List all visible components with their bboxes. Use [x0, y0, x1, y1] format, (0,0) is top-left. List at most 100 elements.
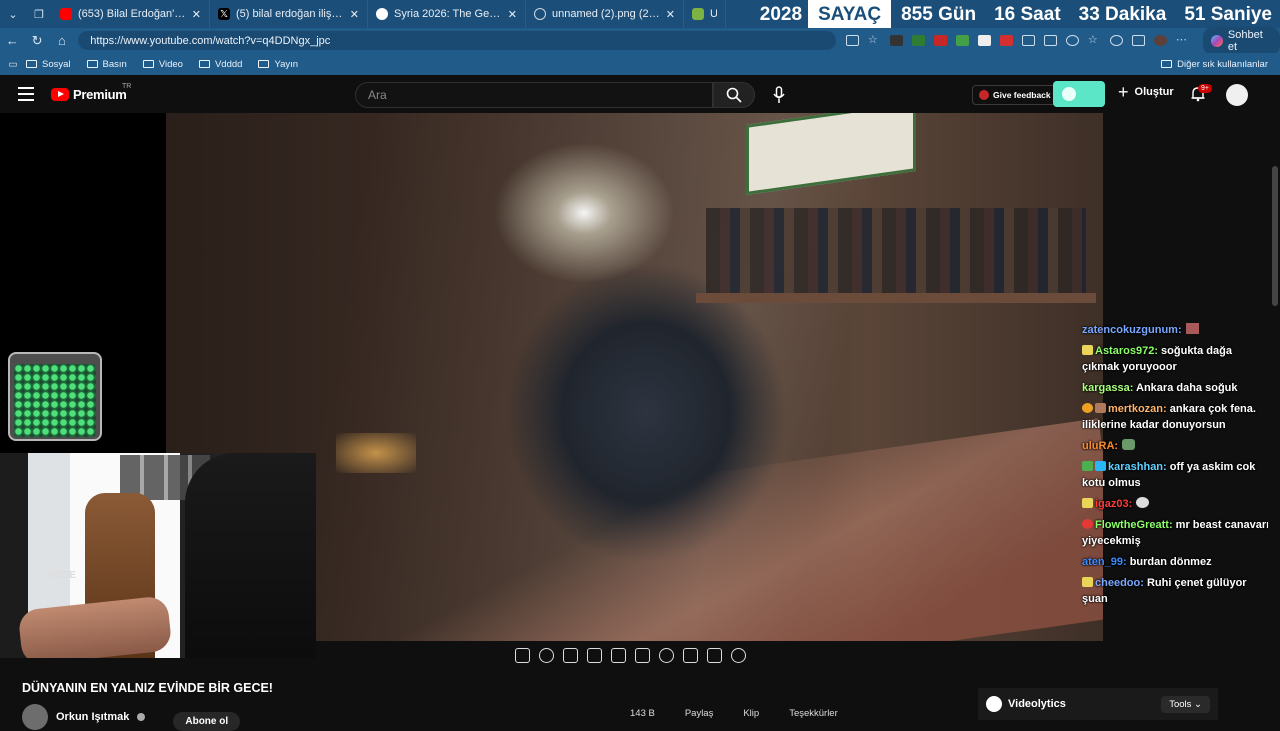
search-button[interactable]	[713, 82, 755, 108]
folder-icon	[86, 60, 98, 68]
audio-icon[interactable]	[539, 648, 554, 663]
blurred-hand	[305, 418, 1103, 641]
copilot-icon	[1210, 34, 1223, 47]
speed-icon[interactable]	[659, 648, 674, 663]
like-button[interactable]: 143 B	[630, 708, 655, 719]
chat-message: igaz03:	[1082, 496, 1272, 512]
counter-minutes: 33 Dakika	[1078, 3, 1167, 25]
settings-gear-icon[interactable]	[731, 648, 746, 663]
close-icon[interactable]: ✕	[350, 8, 359, 21]
bookmarks-menu-icon[interactable]: ▭	[0, 59, 26, 70]
collections-icon[interactable]	[1131, 35, 1145, 46]
picture-icon[interactable]	[563, 648, 578, 663]
bookmark-folder-yayin[interactable]: Yayın	[258, 59, 298, 70]
browser-essentials-icon[interactable]	[1109, 35, 1123, 46]
candle-light	[336, 433, 416, 473]
create-label: Oluştur	[1134, 86, 1174, 98]
badge-icon	[1082, 519, 1093, 529]
loop-icon[interactable]	[515, 648, 530, 663]
address-bar-row: ← ↻ ⌂ https://www.youtube.com/watch?v=q4…	[0, 26, 1280, 55]
folder-icon	[1161, 60, 1173, 68]
logo-text: Premium	[73, 87, 127, 102]
extension-icon[interactable]	[933, 35, 947, 46]
subtitle-icon[interactable]	[683, 648, 698, 663]
account-avatar[interactable]	[1226, 84, 1248, 106]
notification-count-badge: 9+	[1198, 84, 1212, 93]
badge-icon	[1095, 461, 1106, 471]
chat-username: FlowtheGreatt:	[1095, 519, 1173, 531]
folder-icon	[258, 60, 270, 68]
bookmark-folder-sosyal[interactable]: Sosyal	[26, 59, 71, 70]
video-actions: 143 B Paylaş Klip Teşekkürler	[630, 708, 838, 719]
tab-actions-chevron-icon[interactable]: ⌄	[0, 0, 26, 28]
give-feedback-button[interactable]: Give feedback	[972, 85, 1058, 105]
videolytics-title: Videolytics	[1008, 698, 1066, 710]
create-button[interactable]: + Oluştur	[1118, 83, 1174, 101]
back-icon[interactable]: ←	[0, 28, 25, 53]
close-icon[interactable]: ✕	[666, 8, 675, 21]
cinema-icon[interactable]	[587, 648, 602, 663]
videolytics-logo-icon	[986, 696, 1002, 712]
url-field[interactable]: https://www.youtube.com/watch?v=q4DDNgx_…	[78, 31, 836, 50]
streamer	[185, 453, 316, 658]
chat-username: aten_99:	[1082, 556, 1127, 568]
copilot-chat-button[interactable]: Sohbet et	[1202, 26, 1280, 55]
other-bookmarks[interactable]: Diğer sık kullanılanlar	[1161, 59, 1268, 70]
channel-row: Orkun Işıtmak Abone ol	[22, 702, 241, 731]
share-button[interactable]: Paylaş	[685, 708, 714, 719]
bookmarks-bar: ▭ Sosyal Basın Video Vdddd Yayın Diğer s…	[0, 53, 1280, 75]
tab-4-label: unnamed (2).png (2752×1536)	[552, 8, 660, 20]
extension-icon[interactable]	[999, 35, 1013, 46]
extension-icon[interactable]	[889, 35, 903, 46]
more-icon[interactable]: ⋯	[1176, 35, 1189, 46]
bookmark-label: Sosyal	[42, 58, 71, 70]
bookmark-folder-vdddd[interactable]: Vdddd	[198, 58, 243, 70]
chat-message: cheedoo: Ruhi çenet gülüyor şuan	[1082, 575, 1272, 607]
tab-3[interactable]: Syria 2026: The Geopolitical Map o ✕	[368, 0, 526, 28]
puzzle-icon[interactable]	[1021, 35, 1035, 46]
chat-message: Astaros972: soğukta dağa çıkmak yoruyooo…	[1082, 343, 1272, 375]
page-scrollbar[interactable]	[1268, 76, 1280, 720]
tab-1[interactable]: (653) Bilal Erdoğan'ın mitingine ka ✕	[52, 0, 210, 28]
extension-icon[interactable]	[977, 35, 991, 46]
chat-username: zatencokuzgunum:	[1082, 324, 1182, 336]
close-icon[interactable]: ✕	[192, 8, 201, 21]
theater-icon[interactable]	[635, 648, 650, 663]
extension-icon[interactable]	[955, 35, 969, 46]
tab-2[interactable]: 𝕏 (5) bilal erdoğan ilişkiyi kestik - Ar…	[210, 0, 368, 28]
grid-icon[interactable]	[845, 35, 859, 46]
extension-icon[interactable]	[1065, 35, 1079, 46]
profile-avatar[interactable]	[1153, 35, 1167, 46]
home-icon[interactable]: ⌂	[50, 28, 75, 53]
voice-search-button[interactable]	[768, 84, 790, 106]
tab-5[interactable]: URL N	[684, 0, 726, 28]
bookmark-folder-basin[interactable]: Basın	[86, 59, 127, 70]
workspaces-icon[interactable]: ❐	[26, 0, 52, 28]
youtube-premium-logo[interactable]: Premium TR	[51, 83, 131, 102]
screenshot-icon[interactable]	[707, 648, 722, 663]
close-icon[interactable]: ✕	[508, 8, 517, 21]
chat-username: igaz03:	[1095, 498, 1133, 510]
extension-icon[interactable]	[911, 35, 925, 46]
favorites-icon[interactable]: ☆	[1088, 35, 1101, 46]
subscribe-button[interactable]: Abone ol	[173, 712, 241, 731]
clip-button[interactable]: Klip	[743, 708, 759, 719]
scrollbar-thumb[interactable]	[1272, 166, 1278, 306]
bookmark-folder-video[interactable]: Video	[142, 59, 183, 70]
search-input[interactable]: Ara	[355, 82, 713, 108]
bookmark-label: Vdddd	[214, 58, 243, 70]
refresh-icon[interactable]: ↻	[25, 28, 50, 53]
microphone-brand: RØDE	[47, 570, 76, 581]
tab-4[interactable]: unnamed (2).png (2752×1536) ✕	[526, 0, 684, 28]
channel-avatar[interactable]	[22, 703, 48, 730]
extension-toggle[interactable]	[1053, 81, 1105, 107]
split-screen-icon[interactable]	[1043, 35, 1057, 46]
chat-message: zatencokuzgunum:	[1082, 322, 1272, 338]
chat-text: burdan dönmez	[1126, 556, 1212, 568]
hamburger-menu-icon[interactable]	[18, 87, 34, 101]
channel-name[interactable]: Orkun Işıtmak	[56, 711, 129, 723]
expand-icon[interactable]	[611, 648, 626, 663]
thanks-button[interactable]: Teşekkürler	[789, 708, 838, 719]
videolytics-tools-dropdown[interactable]: Tools ⌄	[1161, 695, 1210, 713]
favorite-star-icon[interactable]: ☆	[868, 35, 881, 46]
